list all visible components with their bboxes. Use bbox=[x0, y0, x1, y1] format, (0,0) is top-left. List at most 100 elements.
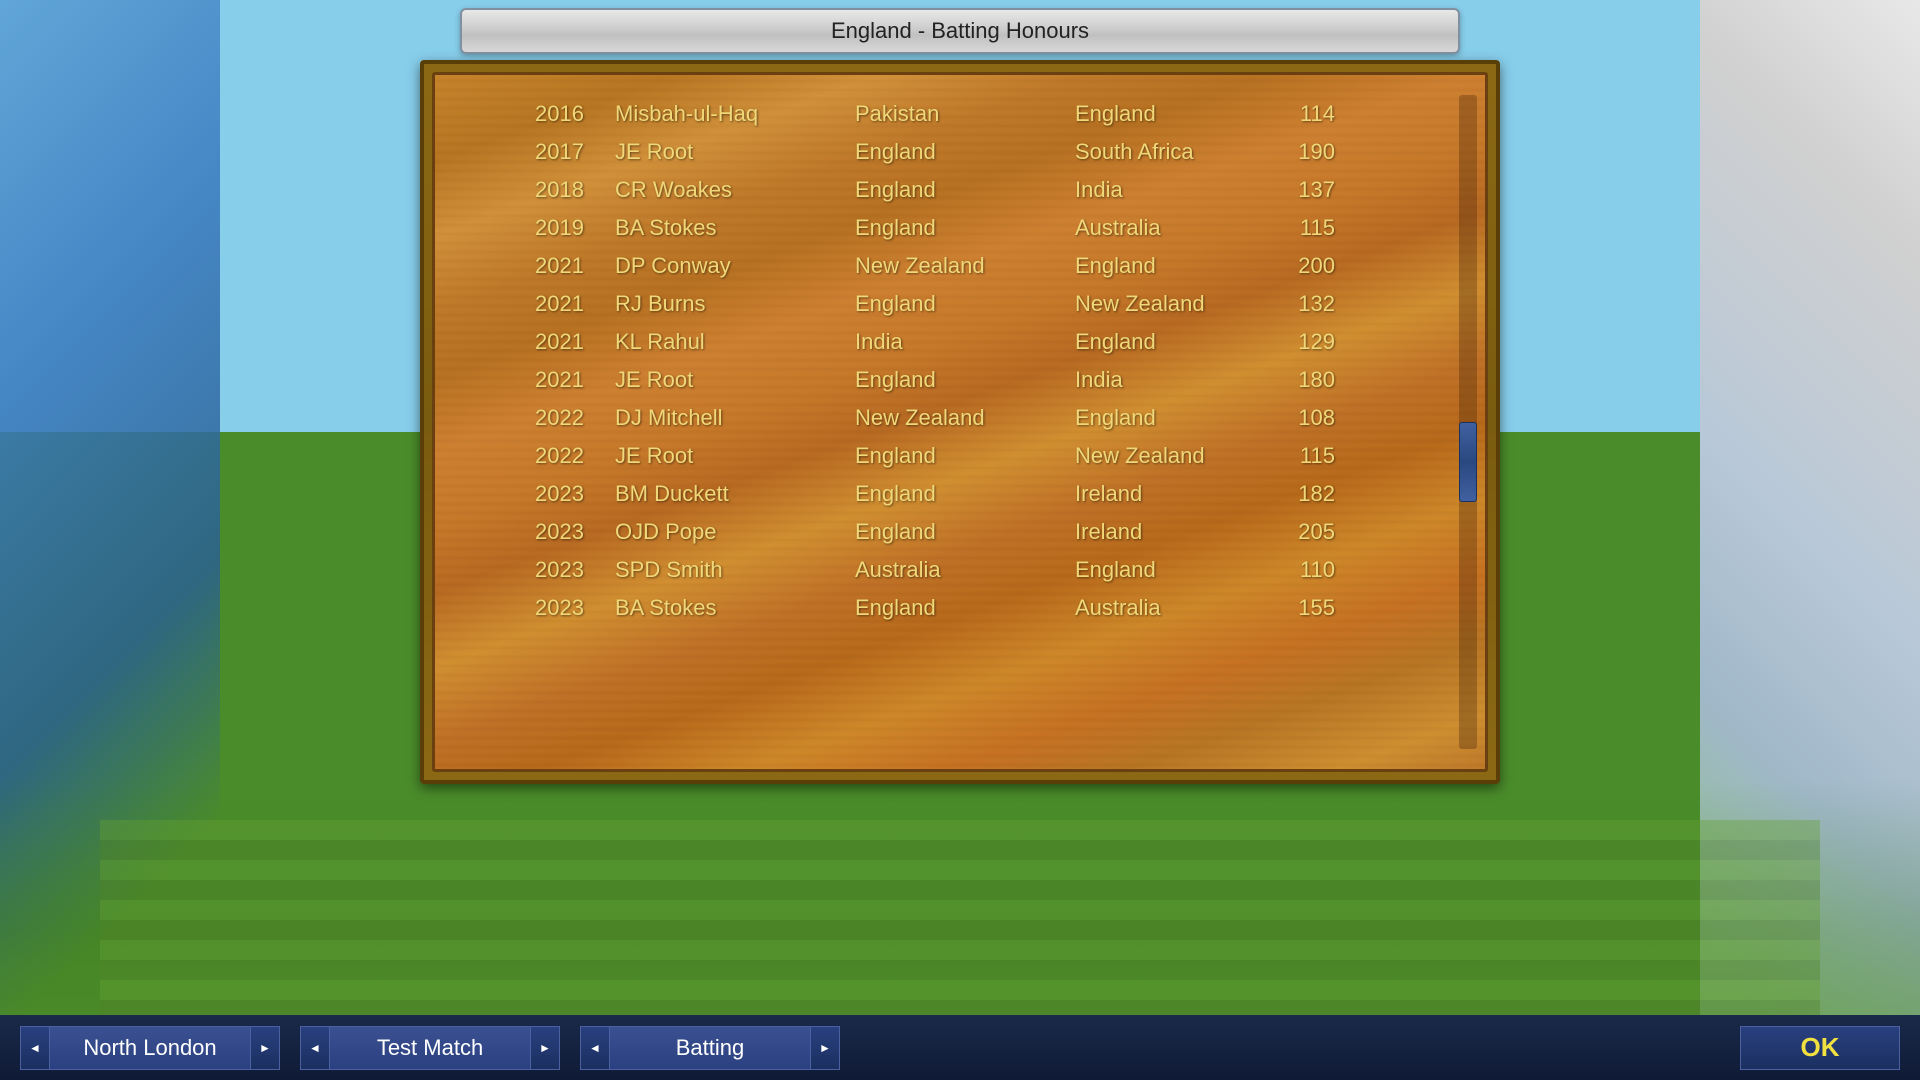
cell-team2: Australia bbox=[1075, 215, 1161, 240]
cell-year: 2023 bbox=[535, 557, 584, 582]
cell-team1: England bbox=[855, 139, 936, 164]
cell-team2: Ireland bbox=[1075, 519, 1142, 544]
match-type-label[interactable]: Test Match bbox=[330, 1026, 530, 1070]
cell-team1: England bbox=[855, 177, 936, 202]
cell-year: 2021 bbox=[535, 291, 584, 316]
venue-arrow-left[interactable]: ◄ bbox=[20, 1026, 50, 1070]
category-arrow-left[interactable]: ◄ bbox=[580, 1026, 610, 1070]
cell-score: 129 bbox=[1298, 329, 1335, 354]
ok-button[interactable]: OK bbox=[1740, 1026, 1900, 1070]
venue-label[interactable]: North London bbox=[50, 1026, 250, 1070]
cell-year: 2023 bbox=[535, 595, 584, 620]
cell-score: 108 bbox=[1298, 405, 1335, 430]
category-dropdown: ◄ Batting ► bbox=[580, 1026, 840, 1070]
table-row: 2021 DP Conway New Zealand England 200 bbox=[475, 247, 1445, 285]
scroll-track bbox=[1459, 95, 1477, 749]
match-type-dropdown: ◄ Test Match ► bbox=[300, 1026, 560, 1070]
cell-team2: New Zealand bbox=[1075, 291, 1205, 316]
cell-score: 190 bbox=[1298, 139, 1335, 164]
cell-score: 205 bbox=[1298, 519, 1335, 544]
cell-year: 2021 bbox=[535, 253, 584, 278]
cell-team2: Australia bbox=[1075, 595, 1161, 620]
cell-player: JE Root bbox=[615, 367, 693, 392]
cell-team2: England bbox=[1075, 253, 1156, 278]
cell-year: 2018 bbox=[535, 177, 584, 202]
cell-score: 114 bbox=[1300, 101, 1335, 126]
cell-player: JE Root bbox=[615, 443, 693, 468]
cell-player: CR Woakes bbox=[615, 177, 732, 202]
cell-score: 110 bbox=[1300, 557, 1335, 582]
venue-arrow-right[interactable]: ► bbox=[250, 1026, 280, 1070]
cell-player: RJ Burns bbox=[615, 291, 705, 316]
category-arrow-right[interactable]: ► bbox=[810, 1026, 840, 1070]
cell-player: BM Duckett bbox=[615, 481, 729, 506]
cell-player: BA Stokes bbox=[615, 215, 717, 240]
cell-team2: England bbox=[1075, 329, 1156, 354]
table-row: 2018 CR Woakes England India 137 bbox=[475, 171, 1445, 209]
cell-team2: New Zealand bbox=[1075, 443, 1205, 468]
cell-score: 115 bbox=[1300, 443, 1335, 468]
cell-score: 200 bbox=[1298, 253, 1335, 278]
match-arrow-left[interactable]: ◄ bbox=[300, 1026, 330, 1070]
cell-player: DP Conway bbox=[615, 253, 731, 278]
page-title: England - Batting Honours bbox=[831, 18, 1089, 43]
cell-team1: England bbox=[855, 481, 936, 506]
cell-score: 155 bbox=[1298, 595, 1335, 620]
cell-team1: England bbox=[855, 367, 936, 392]
venue-dropdown: ◄ North London ► bbox=[20, 1026, 280, 1070]
cell-year: 2019 bbox=[535, 215, 584, 240]
wood-panel-outer: 2016 Misbah-ul-Haq Pakistan England 114 … bbox=[420, 60, 1500, 784]
table-row: 2019 BA Stokes England Australia 115 bbox=[475, 209, 1445, 247]
table-row: 2023 SPD Smith Australia England 110 bbox=[475, 551, 1445, 589]
cell-team1: England bbox=[855, 595, 936, 620]
cell-year: 2023 bbox=[535, 519, 584, 544]
cell-player: Misbah-ul-Haq bbox=[615, 101, 758, 126]
wood-panel-inner: 2016 Misbah-ul-Haq Pakistan England 114 … bbox=[432, 72, 1488, 772]
table-row: 2021 RJ Burns England New Zealand 132 bbox=[475, 285, 1445, 323]
cell-team1: New Zealand bbox=[855, 405, 985, 430]
cell-team1: India bbox=[855, 329, 903, 354]
cell-year: 2023 bbox=[535, 481, 584, 506]
table-row: 2023 OJD Pope England Ireland 205 bbox=[475, 513, 1445, 551]
table-row: 2021 JE Root England India 180 bbox=[475, 361, 1445, 399]
cell-team2: South Africa bbox=[1075, 139, 1194, 164]
cell-player: DJ Mitchell bbox=[615, 405, 723, 430]
cell-team2: Ireland bbox=[1075, 481, 1142, 506]
cell-player: OJD Pope bbox=[615, 519, 717, 544]
table-row: 2016 Misbah-ul-Haq Pakistan England 114 bbox=[475, 95, 1445, 133]
cell-year: 2022 bbox=[535, 405, 584, 430]
table-row: 2017 JE Root England South Africa 190 bbox=[475, 133, 1445, 171]
cell-team2: India bbox=[1075, 367, 1123, 392]
table-row: 2023 BM Duckett England Ireland 182 bbox=[475, 475, 1445, 513]
cell-team1: Pakistan bbox=[855, 101, 939, 126]
category-label[interactable]: Batting bbox=[610, 1026, 810, 1070]
cell-team1: New Zealand bbox=[855, 253, 985, 278]
cell-player: JE Root bbox=[615, 139, 693, 164]
cell-year: 2016 bbox=[535, 101, 584, 126]
cell-score: 180 bbox=[1298, 367, 1335, 392]
cell-score: 137 bbox=[1298, 177, 1335, 202]
scroll-thumb[interactable] bbox=[1459, 422, 1477, 502]
cell-team2: England bbox=[1075, 405, 1156, 430]
cell-year: 2021 bbox=[535, 367, 584, 392]
cell-team1: England bbox=[855, 443, 936, 468]
honours-table: 2016 Misbah-ul-Haq Pakistan England 114 … bbox=[435, 95, 1485, 627]
table-row: 2021 KL Rahul India England 129 bbox=[475, 323, 1445, 361]
cell-team1: England bbox=[855, 215, 936, 240]
cell-year: 2017 bbox=[535, 139, 584, 164]
cell-team2: England bbox=[1075, 101, 1156, 126]
cell-player: BA Stokes bbox=[615, 595, 717, 620]
cell-player: KL Rahul bbox=[615, 329, 705, 354]
cell-score: 132 bbox=[1298, 291, 1335, 316]
cell-team1: Australia bbox=[855, 557, 941, 582]
bottom-bar: ◄ North London ► ◄ Test Match ► ◄ Battin… bbox=[0, 1015, 1920, 1080]
cell-team2: England bbox=[1075, 557, 1156, 582]
table-row: 2023 BA Stokes England Australia 155 bbox=[475, 589, 1445, 627]
cell-year: 2022 bbox=[535, 443, 584, 468]
cell-team2: India bbox=[1075, 177, 1123, 202]
cell-score: 115 bbox=[1300, 215, 1335, 240]
table-row: 2022 JE Root England New Zealand 115 bbox=[475, 437, 1445, 475]
match-arrow-right[interactable]: ► bbox=[530, 1026, 560, 1070]
cell-team1: England bbox=[855, 519, 936, 544]
table-row: 2022 DJ Mitchell New Zealand England 108 bbox=[475, 399, 1445, 437]
